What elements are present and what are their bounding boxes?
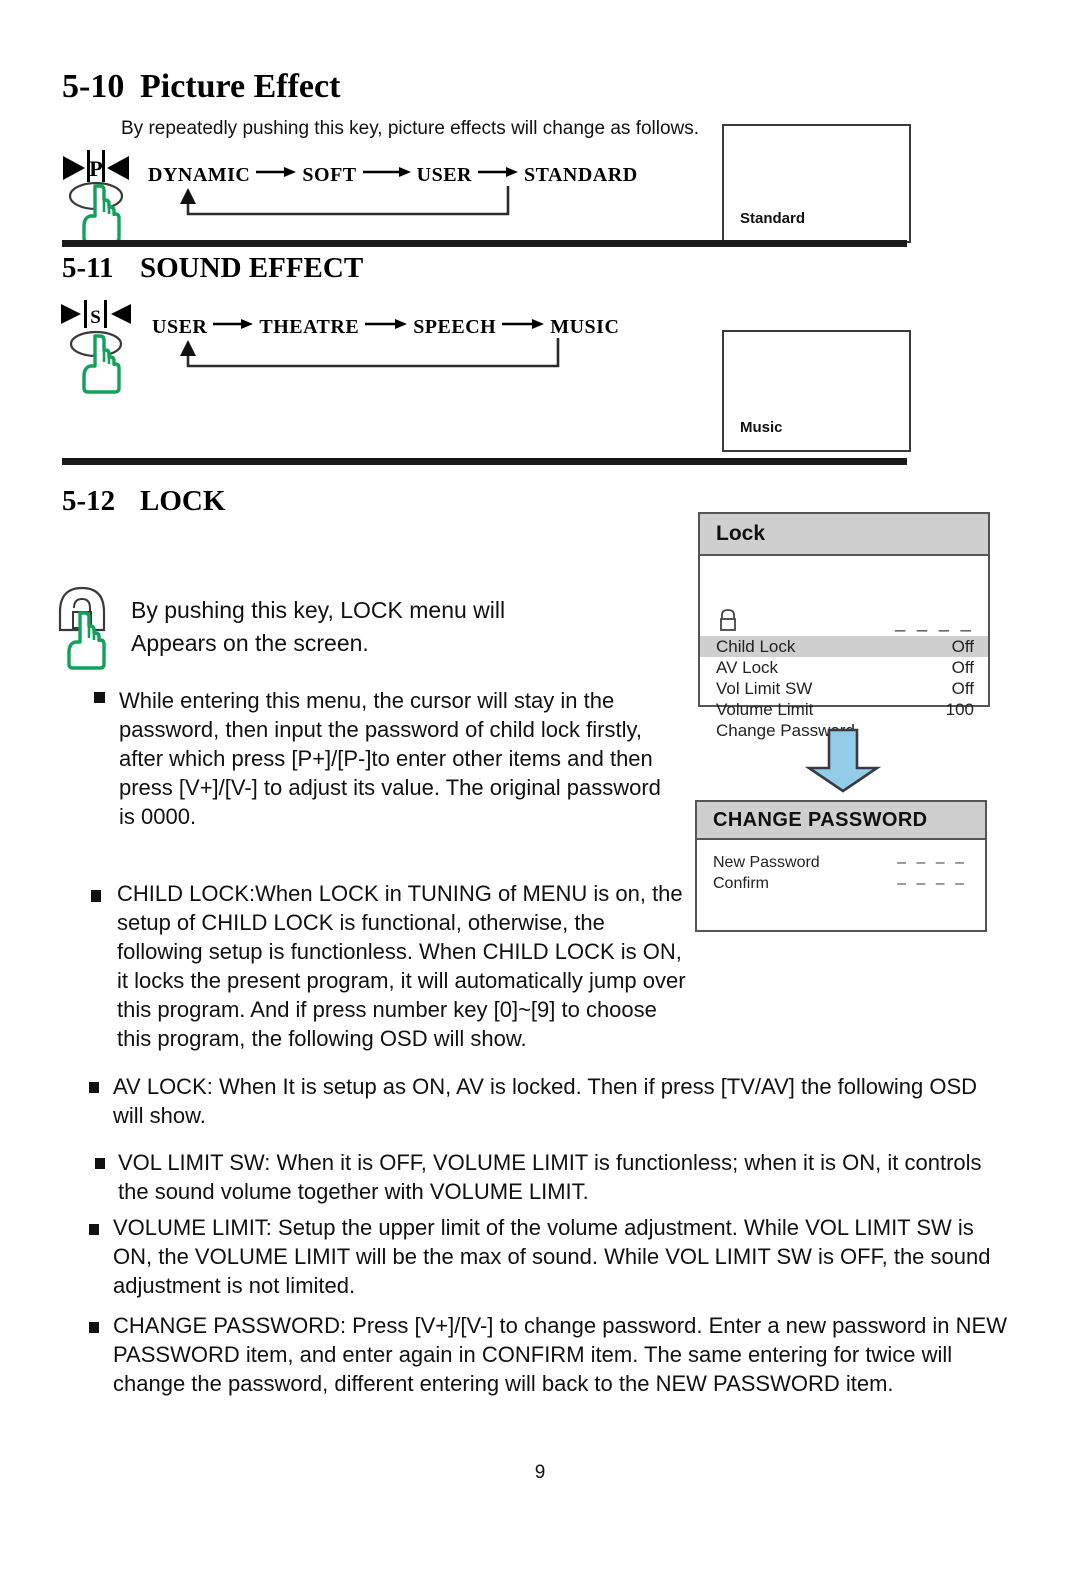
section-number: 5-10 xyxy=(62,68,125,105)
change-password-osd-rows: New Password – – – – Confirm – – – – xyxy=(697,840,985,894)
change-password-row-value: – – – – xyxy=(897,853,967,871)
flow-arrow-icon xyxy=(362,161,411,184)
picture-effect-loop-arrow-icon xyxy=(176,186,516,227)
flow-item-soft: SOFT xyxy=(302,164,357,186)
lock-osd-rows: Child Lock Off AV Lock Off Vol Limit SW Off Vo… xyxy=(700,636,988,741)
lock-osd-row[interactable]: Vol Limit SW Off xyxy=(700,678,988,699)
flow-item-speech: SPEECH xyxy=(413,316,497,338)
bullet-marker xyxy=(89,1322,99,1333)
lock-osd-row-value: Off xyxy=(951,678,974,698)
down-arrow-icon xyxy=(795,728,891,799)
section-title: Picture Effect xyxy=(140,68,341,105)
section-heading-sound-effect: 5-11 SOUND EFFECT xyxy=(62,252,363,285)
section-title: SOUND EFFECT xyxy=(140,252,364,284)
lock-bullet-3: AV LOCK: When It is setup as ON, AV is l… xyxy=(113,1074,978,1128)
section-number: 5-12 xyxy=(62,485,116,517)
change-password-row-value: – – – – xyxy=(897,874,967,892)
lock-osd-row-value: Off xyxy=(951,657,974,677)
preview-label-standard: Standard xyxy=(740,210,806,227)
bullet-marker xyxy=(95,1158,105,1169)
lock-osd-row-value: 100 xyxy=(945,699,974,719)
section-number: 5-11 xyxy=(62,252,114,284)
flow-item-dynamic: DYNAMIC xyxy=(148,164,251,186)
flow-arrow-icon xyxy=(256,161,297,184)
padlock-icon xyxy=(717,608,739,637)
lock-osd-row-label: AV Lock xyxy=(716,657,779,677)
lock-osd-row-label: Volume Limit xyxy=(716,699,814,719)
lock-bullet-6: CHANGE PASSWORD: Press [V+]/[V-] to chan… xyxy=(113,1313,1007,1396)
flow-arrow-icon xyxy=(365,313,408,336)
svg-text:P: P xyxy=(89,156,102,181)
lock-bullet-1: While entering this menu, the cursor wil… xyxy=(119,688,661,829)
change-password-osd-title: CHANGE PASSWORD xyxy=(697,802,985,840)
section-divider xyxy=(62,240,907,247)
flow-arrow-icon xyxy=(213,313,254,336)
flow-arrow-icon xyxy=(478,161,518,184)
lock-bullet-5: VOLUME LIMIT: Setup the upper limit of t… xyxy=(113,1215,991,1298)
section-divider xyxy=(62,458,907,465)
lock-osd-row-label: Vol Limit SW xyxy=(716,678,813,698)
bullet-marker xyxy=(89,1224,99,1235)
picture-effect-flow: DYNAMIC SOFT USER STANDARD xyxy=(148,164,638,187)
change-password-row[interactable]: New Password – – – – xyxy=(697,852,985,873)
flow-arrow-icon xyxy=(502,313,545,336)
lock-intro-paragraph: By pushing this key, LOCK menu will Appe… xyxy=(131,594,601,660)
bullet-marker xyxy=(91,890,101,902)
flow-item-standard: STANDARD xyxy=(524,164,638,186)
flow-item-music: MUSIC xyxy=(550,316,620,338)
flow-item-theatre: THEATRE xyxy=(259,316,360,338)
sound-effect-loop-arrow-icon xyxy=(176,338,566,379)
lock-osd-row[interactable]: Child Lock Off xyxy=(700,636,988,657)
picture-effect-intro: By repeatedly pushing this key, picture … xyxy=(121,118,700,139)
manual-page: 5-10 Picture Effect By repeatedly pushing… xyxy=(0,0,1080,1584)
change-password-osd-panel: CHANGE PASSWORD New Password – – – – Confi… xyxy=(695,800,987,932)
sound-effect-flow: USER THEATRE SPEECH MUSIC xyxy=(152,316,619,339)
change-password-row-label: New Password xyxy=(713,853,820,871)
lock-osd-title: Lock xyxy=(700,514,988,556)
lock-bullet-4: VOL LIMIT SW: When it is OFF, VOLUME LIM… xyxy=(118,1150,982,1204)
section-title: LOCK xyxy=(140,485,226,517)
lock-key-icon xyxy=(52,580,132,675)
flow-item-user: USER xyxy=(416,164,472,186)
lock-osd-panel: Lock – – – – Child Lock Off AV Lock Off Vol … xyxy=(698,512,990,740)
sound-key-icon: S xyxy=(57,298,135,398)
change-password-row[interactable]: Confirm – – – – xyxy=(697,873,985,894)
preview-label-music: Music xyxy=(740,419,783,436)
lock-osd-row[interactable]: AV Lock Off xyxy=(700,657,988,678)
picture-effect-preview-box: Standard xyxy=(722,124,911,243)
picture-key-icon: P xyxy=(57,138,135,243)
section-heading-lock: 5-12 LOCK xyxy=(62,485,225,518)
bullet-marker xyxy=(94,692,105,703)
section-heading-picture-effect: 5-10 Picture Effect xyxy=(62,68,340,106)
lock-osd-row-label: Child Lock xyxy=(716,636,796,656)
lock-intro-line1: By pushing this key, LOCK menu will xyxy=(131,597,506,623)
lock-osd-row-value: Off xyxy=(951,636,974,656)
lock-intro-line2: Appears on the screen. xyxy=(131,630,369,656)
sound-effect-preview-box: Music xyxy=(722,330,911,452)
lock-osd-row[interactable]: Volume Limit 100 xyxy=(700,699,988,720)
change-password-row-label: Confirm xyxy=(713,874,770,892)
lock-osd-body: – – – – Child Lock Off AV Lock Off Vol Limit… xyxy=(700,556,988,740)
svg-text:S: S xyxy=(90,307,101,328)
page-number: 9 xyxy=(534,1462,546,1483)
flow-item-user: USER xyxy=(152,316,208,338)
bullet-marker xyxy=(89,1082,99,1093)
